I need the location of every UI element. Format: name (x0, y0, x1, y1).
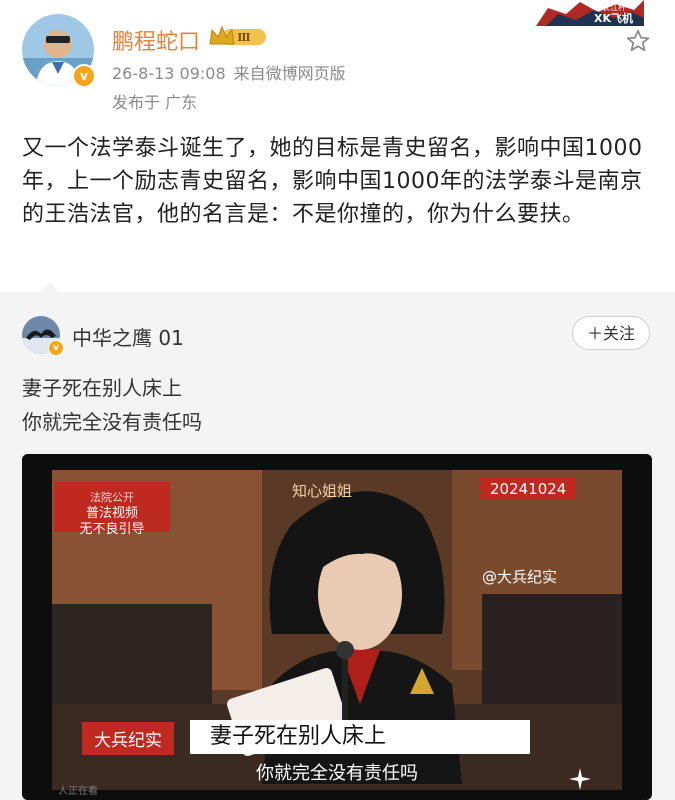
post-location: 发布于 广东 (112, 93, 198, 112)
repost-username[interactable]: 中华之鹰 01 (72, 322, 184, 351)
repost-verified-badge: v (48, 340, 64, 356)
repost-caret (40, 282, 60, 292)
video-player[interactable]: 法院公开 普法视频 无不良引导 知心姐姐 20241024 @大兵纪实 大兵纪实… (22, 454, 652, 800)
video-tag-court: 法院公开 (90, 491, 134, 504)
svg-text:长江杯: 长江杯 (602, 2, 626, 12)
video-tag-line1: 普法视频 (85, 506, 138, 521)
repost-text-line-2: 你就完全没有责任吗 (22, 410, 202, 434)
star-icon[interactable] (625, 28, 651, 54)
reposted-card[interactable]: v 中华之鹰 01 ＋关注 妻子死在别人床上 你就完全没有责任吗 法院公开 普法… (0, 292, 675, 800)
video-corner-text: 人正在看 (58, 786, 98, 797)
video-brand-tag: 大兵纪实 (82, 722, 174, 755)
post-timestamp: 26-8-13 09:08 (112, 64, 226, 83)
video-zhixin-label: 知心姐姐 (292, 482, 353, 500)
svg-text:XK飞机: XK飞机 (594, 11, 633, 25)
post-body: 又一个法学泰斗诞生了，她的目标是青史留名，影响中国1000年，上一个励志青史留名… (22, 136, 643, 227)
verified-badge: v (72, 64, 96, 88)
video-tag-line2: 无不良引导 (79, 522, 145, 537)
repost-text-line-1: 妻子死在别人床上 (22, 376, 182, 400)
video-watermark: @大兵纪实 (482, 568, 558, 586)
video-tag-pufa: 法院公开 普法视频 无不良引导 (54, 482, 170, 537)
video-subtitle-2: 你就完全没有责任吗 (256, 763, 418, 784)
level-badge: Ⅲ (237, 31, 250, 44)
member-crown-icon: Ⅲ (209, 25, 266, 45)
post-source: 来自微博网页版 (233, 64, 346, 83)
post-username[interactable]: 鹏程蛇口 (112, 24, 200, 56)
corner-decoration-logo: 长江杯 XK飞机 (536, 0, 644, 26)
weibo-post: v 鹏程蛇口 Ⅲ 长江杯 XK飞机 26-8-13 09:08 来自微博网页版 发… (0, 0, 675, 292)
video-subtitle-1: 妻子死在别人床上 (190, 720, 530, 754)
video-date-tag: 20241024 (480, 478, 577, 500)
follow-button[interactable]: ＋关注 (572, 316, 650, 350)
sparkle-icon (569, 768, 591, 790)
post-meta: 26-8-13 09:08 来自微博网页版 (112, 60, 346, 84)
